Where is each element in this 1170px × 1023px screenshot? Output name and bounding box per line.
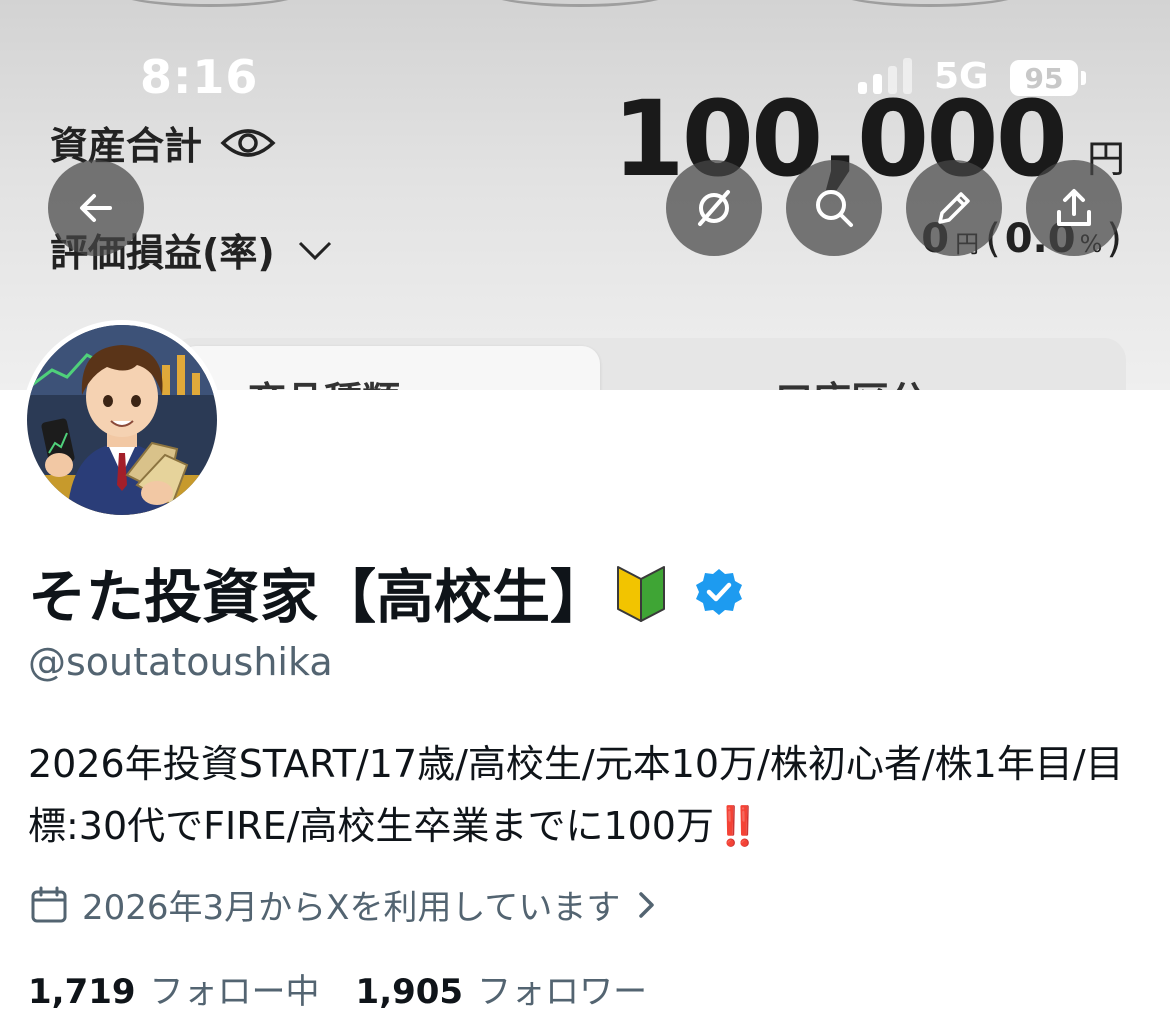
- chevron-right-icon: [639, 891, 655, 918]
- following-link[interactable]: 1,719 フォロー中: [28, 964, 320, 1013]
- search-icon: [816, 190, 853, 227]
- top-decoration: [110, 0, 310, 7]
- battery-nub: [1081, 71, 1086, 85]
- share-button[interactable]: [1026, 160, 1122, 256]
- followers-label: フォロワー: [477, 972, 648, 1012]
- share-icon: [1057, 189, 1091, 226]
- followers-link[interactable]: 1,905 フォロワー: [356, 964, 648, 1013]
- asset-total-text: 資産合計: [50, 124, 203, 168]
- followers-count: 1,905: [355, 972, 464, 1012]
- tab-label-account-type[interactable]: 口座区分: [775, 370, 927, 390]
- follow-stats: 1,719 フォロー中 1,905 フォロワー: [28, 964, 647, 1013]
- pencil-icon: [938, 192, 970, 224]
- following-label: フォロー中: [149, 972, 320, 1012]
- joined-text: 2026年3月からXを利用しています: [82, 888, 621, 928]
- arrow-left-icon: [80, 194, 112, 222]
- search-button[interactable]: [786, 160, 882, 256]
- profile-handle: @soutatoushika: [28, 640, 333, 684]
- joined-date[interactable]: 2026年3月からXを利用しています: [30, 880, 658, 929]
- avatar-illustration: [27, 325, 217, 515]
- avatar[interactable]: [22, 320, 222, 520]
- verified-badge-icon[interactable]: [694, 567, 744, 617]
- top-decoration: [480, 0, 680, 7]
- beginner-mark-icon: [617, 566, 666, 622]
- profile-display-name: そた投資家【高校生】: [28, 552, 744, 632]
- display-name-text: そた投資家【高校生】: [28, 563, 609, 631]
- back-button[interactable]: [48, 160, 144, 256]
- following-count: 1,719: [28, 972, 136, 1012]
- profile-bio: 2026年投資START/17歳/高校生/元本10万/株初心者/株1年目/目標:…: [28, 742, 1124, 848]
- grok-icon: [698, 190, 730, 226]
- chevron-down-icon: [298, 241, 331, 260]
- tab-label-product-type[interactable]: 商品種類: [248, 370, 400, 390]
- status-time: 8:16: [140, 50, 259, 104]
- eye-icon[interactable]: [220, 123, 276, 163]
- calendar-icon: [31, 886, 67, 922]
- top-decoration: [830, 0, 1030, 7]
- edit-button[interactable]: [906, 160, 1002, 256]
- grok-button[interactable]: [666, 160, 762, 256]
